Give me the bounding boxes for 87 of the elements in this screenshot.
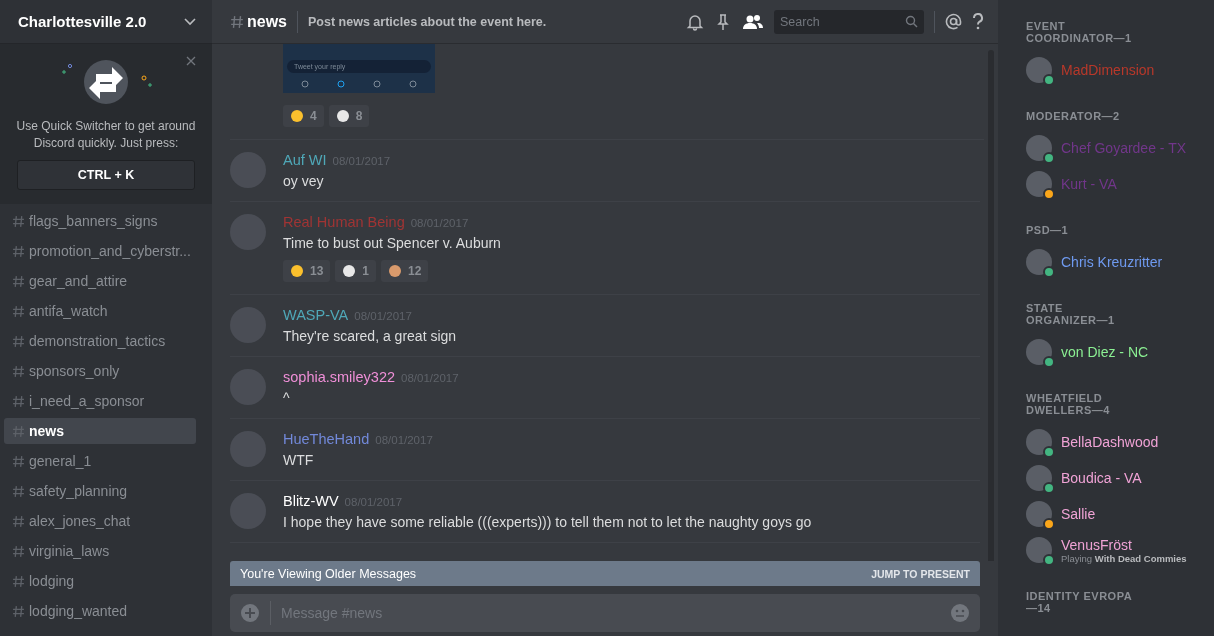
role-heading: WHEATFIELD DWELLERS—4 <box>1026 392 1111 416</box>
role-heading: IDENTITY EVROPA—14 <box>1026 590 1134 614</box>
hash-icon <box>12 544 25 558</box>
avatar[interactable] <box>1026 339 1052 365</box>
channel-item[interactable]: news <box>4 418 196 444</box>
author-name[interactable]: sophia.smiley322 <box>283 369 396 385</box>
server-name[interactable]: Charlottesville 2.0 <box>18 13 147 30</box>
author-name[interactable]: Auf WI <box>283 152 327 168</box>
reaction-button[interactable]: 12 <box>381 260 429 282</box>
author-name[interactable]: HueTheHand <box>283 431 370 447</box>
quick-switcher-hint: Use Quick Switcher to get around Discord quickly. Just press: <box>15 118 197 152</box>
channel-item[interactable]: antifa_watch <box>4 298 196 324</box>
hash-icon <box>12 214 25 228</box>
member-name[interactable]: Boudica - VA <box>1061 470 1142 486</box>
role-heading: MODERATOR—2 <box>1026 110 1121 122</box>
pin-icon[interactable] <box>714 12 732 31</box>
channel-item[interactable]: demonstration_tactics <box>4 328 196 354</box>
channel-item[interactable]: sponsors_only <box>4 358 196 384</box>
avatar[interactable] <box>1026 537 1052 563</box>
author-name[interactable]: Blitz-WV <box>283 493 339 509</box>
channel-item[interactable]: safety_planning <box>4 478 196 504</box>
message-text: ^ <box>283 390 291 406</box>
reaction-button[interactable]: 13 <box>283 260 331 282</box>
hash-icon <box>12 574 25 588</box>
emoji-icon <box>290 109 304 123</box>
banner-text: You're Viewing Older Messages <box>240 566 417 581</box>
channel-item[interactable]: lodging <box>4 568 196 594</box>
channel-item[interactable]: lodging_wanted <box>4 598 196 624</box>
channel-item[interactable]: virginia_laws <box>4 538 196 564</box>
emoji-icon <box>388 264 403 278</box>
channel-item[interactable]: promotion_and_cyberstr... <box>4 238 196 264</box>
member-name[interactable]: Sallie <box>1061 506 1096 522</box>
hash-icon <box>12 394 25 408</box>
avatar[interactable] <box>1026 501 1052 527</box>
members-icon[interactable] <box>742 12 764 31</box>
role-heading: STATE ORGANIZER—1 <box>1026 302 1116 326</box>
emoji-icon <box>290 264 304 278</box>
role-heading: PSD—1 <box>1026 224 1070 236</box>
avatar[interactable] <box>1026 57 1052 83</box>
channel-item[interactable]: alex_jones_chat <box>4 508 196 534</box>
hash-icon <box>12 274 25 288</box>
jump-to-present-button[interactable]: JUMP TO PRESENT <box>871 567 970 580</box>
hash-icon <box>12 424 25 438</box>
shortcut-button[interactable]: CTRL + K <box>17 160 195 190</box>
hash-icon <box>12 484 25 498</box>
member-activity: Playing With Dead Commies <box>1061 552 1187 564</box>
member-name[interactable]: MadDimension <box>1061 62 1155 78</box>
message-text: Time to bust out Spencer v. Auburn <box>283 235 501 251</box>
message-text: WTF <box>283 452 315 468</box>
channel-item[interactable]: flags_banners_signs <box>4 208 196 234</box>
hash-icon <box>12 454 25 468</box>
hash-icon <box>12 304 25 318</box>
reaction-button[interactable]: 1 <box>335 260 377 282</box>
emoji-icon <box>342 264 357 278</box>
avatar[interactable] <box>1026 465 1052 491</box>
message-text: I hope they have some reliable (((experts))) to tell them not to let the naughty goys go <box>283 514 812 530</box>
search-field[interactable]: Search <box>774 9 924 34</box>
hash-icon <box>12 514 25 528</box>
member-name[interactable]: VenusFröst <box>1061 536 1187 553</box>
hash-icon <box>12 364 25 378</box>
member-name[interactable]: Chris Kreuzritter <box>1061 254 1163 270</box>
hash-icon <box>230 14 244 29</box>
channel-item[interactable]: gear_and_attire <box>4 268 196 294</box>
chevron-down-icon[interactable] <box>184 17 196 26</box>
message-text: oy vey <box>283 173 325 189</box>
channel-item[interactable]: i_need_a_sponsor <box>4 388 196 414</box>
message-text: They're scared, a great sign <box>283 328 457 344</box>
hash-icon <box>12 334 25 348</box>
reaction-button[interactable]: 8 <box>328 105 370 127</box>
reaction-button[interactable]: 4 <box>283 105 324 127</box>
member-name[interactable]: BellaDashwood <box>1061 434 1159 450</box>
hash-icon <box>12 244 25 258</box>
avatar[interactable] <box>1026 429 1052 455</box>
avatar[interactable] <box>1026 135 1052 161</box>
channel-title: news <box>247 12 287 31</box>
member-name[interactable]: von Diez - NC <box>1061 344 1149 360</box>
channel-topic: Post news articles about the event here. <box>308 14 548 29</box>
author-name[interactable]: WASP-VA <box>283 307 349 323</box>
mention-icon[interactable] <box>945 13 962 30</box>
channel-item[interactable]: general_1 <box>4 448 196 474</box>
help-icon[interactable] <box>972 13 984 30</box>
avatar[interactable] <box>1026 171 1052 197</box>
avatar[interactable] <box>1026 249 1052 275</box>
role-heading: EVENT COORDINATOR—1 <box>1026 20 1133 44</box>
hash-icon <box>12 604 25 618</box>
close-icon[interactable] <box>186 56 196 66</box>
emoji-icon <box>335 109 350 123</box>
